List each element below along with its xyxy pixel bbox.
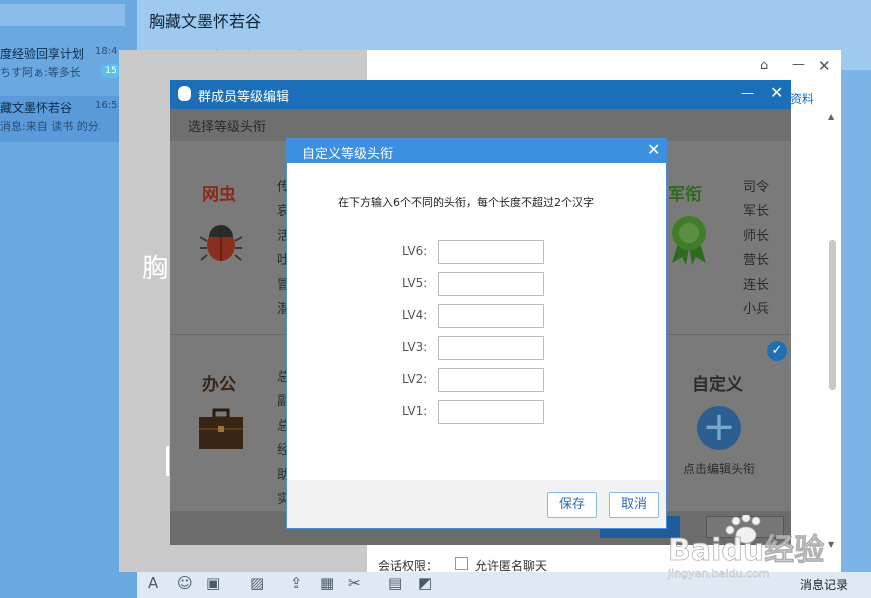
lv1-input[interactable] bbox=[438, 400, 544, 424]
cancel-button[interactable]: 取消 bbox=[609, 492, 659, 518]
lv2-input[interactable] bbox=[438, 368, 544, 392]
skin-icon[interactable]: ⌂ bbox=[760, 58, 768, 73]
scrollbar-thumb[interactable] bbox=[829, 240, 836, 390]
rank-item: 连长 bbox=[743, 277, 770, 293]
lv4-label: LV4: bbox=[402, 308, 428, 322]
chat-preview: ちす阿ぁ:等多长 bbox=[0, 66, 81, 79]
lv6-input[interactable] bbox=[438, 240, 544, 264]
category-office-title[interactable]: 办公 bbox=[202, 370, 236, 395]
rank-item: 司令 bbox=[743, 180, 770, 195]
rank-item: 营长 bbox=[743, 253, 770, 269]
chat-name: 度经验回享计划 bbox=[0, 47, 85, 61]
group-title: 胸藏文墨怀若谷 bbox=[149, 12, 262, 31]
check-icon: ✓ bbox=[767, 341, 787, 361]
baidu-jingyan-watermark: Baidu经验 jingyan.baidu.com bbox=[667, 515, 825, 580]
save-button[interactable]: 保存 bbox=[547, 492, 597, 518]
chat-list-item[interactable]: 度经验回享计划 18:4 ちす阿ぁ:等多长 15 bbox=[0, 42, 137, 88]
category-military-title[interactable]: 军衔 bbox=[668, 180, 702, 205]
add-icon[interactable]: + bbox=[697, 406, 741, 450]
minimize-icon[interactable]: — bbox=[741, 86, 754, 101]
close-icon[interactable]: ✕ bbox=[818, 57, 831, 75]
anonymous-checkbox[interactable] bbox=[455, 557, 468, 570]
custom-edit-hint[interactable]: 点击编辑头衔 bbox=[683, 460, 755, 477]
font-icon[interactable]: A bbox=[148, 574, 158, 592]
chat-time: 16:5 bbox=[95, 100, 118, 111]
scissors-icon[interactable]: ✂ bbox=[348, 574, 361, 592]
lv6-label: LV6: bbox=[402, 244, 428, 258]
profile-link[interactable]: 资料 bbox=[790, 90, 814, 107]
qq-penguin-icon bbox=[178, 86, 191, 101]
more-icon[interactable]: ◩ bbox=[418, 574, 432, 592]
session-permission-label: 会话权限： bbox=[378, 559, 439, 573]
lv5-label: LV5: bbox=[402, 276, 428, 290]
upload-icon[interactable]: ⇪ bbox=[290, 574, 303, 592]
lv3-input[interactable] bbox=[438, 336, 544, 360]
scroll-up-icon[interactable]: ▲ bbox=[828, 112, 834, 121]
unread-badge: 15 bbox=[101, 64, 121, 78]
briefcase-icon bbox=[199, 408, 243, 449]
gif-icon[interactable]: ▣ bbox=[206, 574, 220, 592]
watermark-subtext: jingyan.baidu.com bbox=[667, 567, 770, 580]
emoji-icon[interactable]: ☺ bbox=[177, 574, 193, 592]
close-icon[interactable]: ✕ bbox=[647, 140, 660, 159]
category-custom-title[interactable]: 自定义 bbox=[692, 370, 743, 395]
minimize-icon[interactable]: — bbox=[792, 57, 805, 72]
chat-list-panel bbox=[0, 0, 137, 598]
image-icon[interactable]: ▨ bbox=[250, 574, 264, 592]
modal-title: 自定义等级头衔 bbox=[302, 147, 394, 162]
chat-preview: 消息:来自 读书 的分享 bbox=[0, 120, 100, 133]
watermark-text: Baidu经验 bbox=[668, 533, 824, 568]
category-netbug-title[interactable]: 网虫 bbox=[202, 180, 236, 205]
chat-message-text: 胸 bbox=[142, 254, 169, 284]
select-title-label: 选择等级头衔 bbox=[188, 120, 267, 135]
modal-instruction: 在下方输入6个不同的头衔，每个长度不超过2个汉字 bbox=[338, 196, 594, 209]
lv2-label: LV2: bbox=[402, 372, 428, 386]
rank-item: 师长 bbox=[743, 228, 770, 244]
lv3-label: LV3: bbox=[402, 340, 428, 354]
level-editor-title: 群成员等级编辑 bbox=[198, 90, 290, 105]
chat-list-item-active[interactable]: 藏文墨怀若谷 16:5 消息:来自 读书 的分享 bbox=[0, 96, 137, 142]
clipboard-icon[interactable]: ▤ bbox=[388, 574, 402, 592]
military-rank-list: 司令 军长 师长 营长 连长 小兵 bbox=[743, 176, 769, 322]
chat-time: 18:4 bbox=[95, 46, 118, 57]
rank-item: 军长 bbox=[743, 204, 770, 220]
gift-icon[interactable]: ▦ bbox=[320, 574, 334, 592]
chat-name: 藏文墨怀若谷 bbox=[0, 101, 73, 115]
rank-item: 小兵 bbox=[743, 302, 770, 318]
bug-icon bbox=[200, 225, 242, 261]
close-icon[interactable]: ✕ bbox=[770, 83, 783, 102]
lv4-input[interactable] bbox=[438, 304, 544, 328]
selection-marker bbox=[166, 446, 169, 476]
search-box[interactable] bbox=[0, 4, 125, 26]
lv1-label: LV1: bbox=[402, 404, 428, 418]
medal-icon bbox=[672, 216, 706, 265]
anonymous-label: 允许匿名聊天 bbox=[475, 559, 548, 573]
lv5-input[interactable] bbox=[438, 272, 544, 296]
